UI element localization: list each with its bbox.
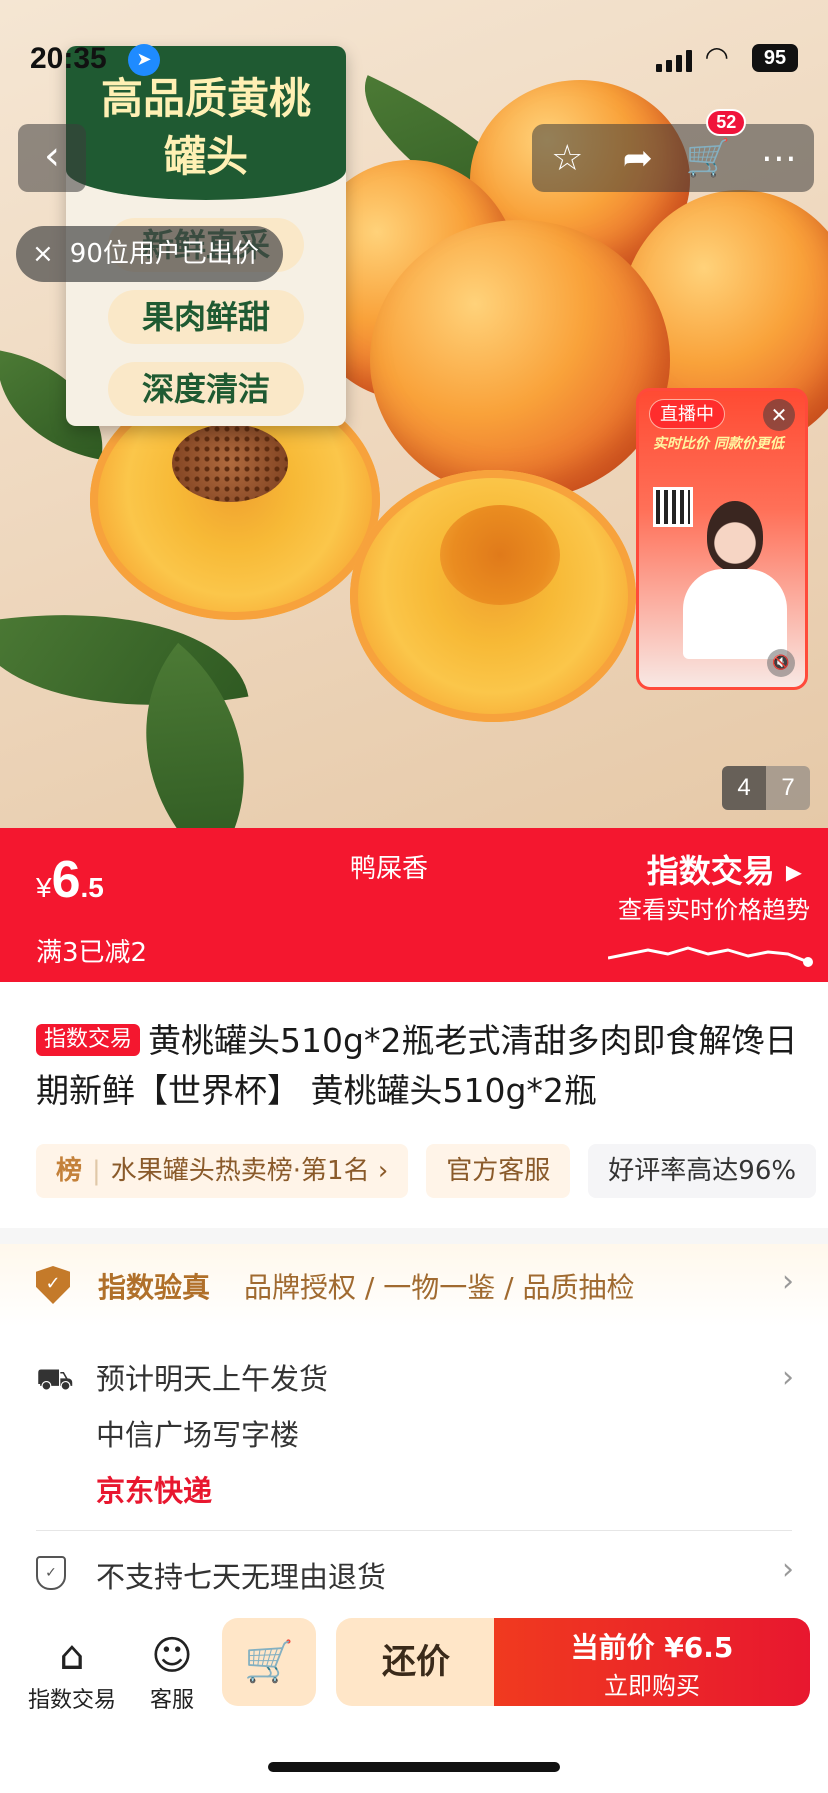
shield-check-icon: ✓: [36, 1266, 70, 1304]
product-chips: 榜 | 水果罐头热卖榜·第1名 › 官方客服 好评率高达96%: [36, 1144, 828, 1198]
price: ¥6.5: [36, 850, 104, 910]
promo-title-line2: 罐头: [163, 132, 248, 181]
close-icon[interactable]: ×: [32, 226, 54, 282]
live-stream-window[interactable]: 直播中 ✕ 实时比价 同款价更低 🔇: [636, 388, 808, 690]
live-banner-text: 实时比价 同款价更低: [653, 436, 784, 452]
image-counter: 4 7: [722, 766, 810, 810]
section-divider: [0, 1228, 828, 1244]
top-action-group: ☆ ➦ 🛒 52 ⋯: [532, 109, 814, 192]
delivery-address[interactable]: 中信广场写字楼: [96, 1412, 299, 1454]
chevron-right-icon[interactable]: ›: [782, 1360, 794, 1395]
authenticity-desc: 品牌授权 / 一物一鉴 / 品质抽检: [244, 1271, 635, 1304]
price-decimal: .5: [80, 872, 104, 903]
mute-icon[interactable]: 🔇: [767, 649, 795, 677]
home-indicator[interactable]: [268, 1762, 560, 1772]
price-bar: ¥6.5 满3已减2 鸭屎香 指数交易 ▸ 查看实时价格趋势: [0, 828, 828, 982]
delivery-carrier: 京东快递: [96, 1474, 213, 1508]
peach-decoration: [370, 220, 670, 500]
live-badge: 直播中: [649, 399, 725, 429]
index-trade-tag: 指数交易: [36, 1024, 141, 1056]
tab-customer-service[interactable]: ☺ 客服: [134, 1630, 210, 1714]
bid-toast-text: 90位用户已出价: [69, 239, 259, 269]
ranking-label: 榜: [56, 1156, 83, 1186]
cellular-signal-icon: [656, 48, 692, 72]
truck-icon: ⛟: [36, 1362, 74, 1397]
tab-customer-service-label: 客服: [149, 1688, 194, 1713]
buy-now-label: 立即购买: [604, 1672, 700, 1700]
row-divider: [36, 1530, 792, 1531]
bid-toast: × 90位用户已出价: [16, 226, 283, 282]
status-time: 20:35: [30, 42, 107, 75]
battery-icon: 95: [752, 44, 798, 72]
store-icon: ⌂: [59, 1633, 85, 1679]
promo-pill: 果肉鲜甜: [108, 290, 304, 344]
tab-index-trade-label: 指数交易: [27, 1688, 116, 1713]
index-trade-link[interactable]: 指数交易 ▸: [647, 846, 802, 892]
share-icon[interactable]: ➦: [610, 138, 666, 179]
product-title: 指数交易 黄桃罐头510g*2瓶老式清甜多肉即食解馋日期新鲜【世界杯】 黄桃罐头5…: [36, 1016, 806, 1116]
back-button[interactable]: ‹: [18, 124, 86, 192]
ranking-text: 水果罐头热卖榜·第1名 ›: [110, 1156, 389, 1186]
cart-count-badge: 52: [706, 109, 747, 136]
price-trend-sparkline: [608, 946, 813, 967]
price-integer: 6: [51, 851, 81, 909]
coupon-text: 满3已减2: [36, 938, 148, 968]
authenticity-title: 指数验真: [98, 1271, 211, 1304]
tab-index-trade[interactable]: ⌂ 指数交易: [24, 1630, 120, 1714]
star-icon[interactable]: ☆: [539, 138, 595, 179]
rating-chip[interactable]: 好评率高达96%: [588, 1144, 817, 1198]
index-trade-subtitle[interactable]: 查看实时价格趋势: [618, 890, 810, 925]
buy-now-button[interactable]: 当前价 ¥6.5 立即购买: [494, 1618, 810, 1706]
wifi-icon: ◠: [706, 40, 728, 73]
image-counter-total: 7: [766, 766, 810, 810]
close-icon[interactable]: ✕: [763, 399, 795, 431]
promo-pill: 深度清洁: [108, 362, 304, 416]
bottom-action-bar: ⌂ 指数交易 ☺ 客服 🛒 还价 当前价 ¥6.5 立即购买: [0, 1610, 828, 1793]
chevron-right-icon[interactable]: ›: [782, 1552, 794, 1587]
status-bar: 20:35 ➤ ◠ 95: [0, 38, 828, 82]
return-shield-icon: ✓: [36, 1556, 66, 1590]
chevron-right-icon: ›: [782, 1264, 794, 1299]
authenticity-row[interactable]: ✓ 指数验真 品牌授权 / 一物一鉴 / 品质抽检 ›: [0, 1244, 828, 1326]
chip-separator: |: [92, 1156, 101, 1186]
seller-name: 鸭屎香: [350, 854, 429, 884]
cart-plus-icon: 🛒: [244, 1639, 294, 1685]
smile-icon: ☺: [151, 1633, 193, 1679]
location-arrow-icon: ➤: [128, 44, 160, 76]
product-title-text: 黄桃罐头510g*2瓶老式清甜多肉即食解馋日期新鲜【世界杯】 黄桃罐头510g*…: [36, 1021, 798, 1110]
peach-pit-decoration: [172, 424, 288, 502]
buy-now-price: 当前价 ¥6.5: [570, 1631, 734, 1664]
return-policy[interactable]: 不支持七天无理由退货: [96, 1554, 386, 1596]
haggle-button[interactable]: 还价: [336, 1618, 496, 1706]
currency-symbol: ¥: [36, 872, 52, 903]
peach-cavity-decoration: [440, 505, 560, 605]
official-service-chip[interactable]: 官方客服: [426, 1144, 571, 1198]
more-icon[interactable]: ⋯: [751, 138, 807, 179]
cart-icon[interactable]: 🛒 52: [680, 109, 747, 179]
delivery-estimate[interactable]: 预计明天上午发货: [96, 1356, 328, 1398]
ranking-chip[interactable]: 榜 | 水果罐头热卖榜·第1名 ›: [36, 1144, 409, 1198]
add-to-cart-button[interactable]: 🛒: [222, 1618, 316, 1706]
image-counter-current: 4: [722, 766, 766, 810]
